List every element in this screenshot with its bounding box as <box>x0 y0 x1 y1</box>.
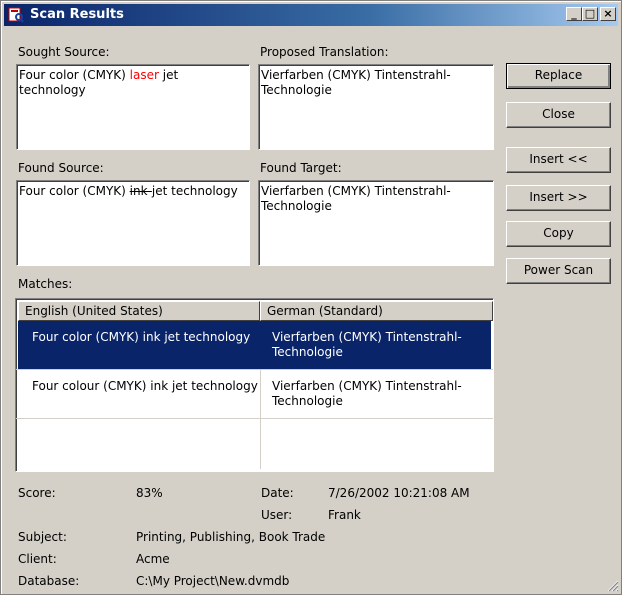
power-scan-button[interactable]: Power Scan <box>506 258 611 284</box>
database-label: Database: <box>18 574 80 588</box>
found-source-label: Found Source: <box>18 161 104 175</box>
sought-source-highlight: laser <box>129 68 159 82</box>
found-source-field[interactable]: Four color (CMYK) ink-jet technology <box>16 180 250 266</box>
subject-label: Subject: <box>18 530 67 544</box>
close-window-button[interactable]: × <box>600 7 616 21</box>
matches-label: Matches: <box>18 277 73 291</box>
match-row-2-source: Four colour (CMYK) ink jet technology <box>32 379 258 393</box>
found-source-strikethrough: ink- <box>129 184 152 198</box>
found-source-text-before: Four color (CMYK) <box>19 184 130 198</box>
replace-button[interactable]: Replace <box>506 63 611 89</box>
match-row-2-target: Vierfarben (CMYK) Tintenstrahl-Technolog… <box>272 379 462 408</box>
resize-grip-icon[interactable] <box>607 580 619 592</box>
proposed-translation-label: Proposed Translation: <box>260 45 389 59</box>
proposed-translation-text: Vierfarben (CMYK) Tintenstrahl-Technolog… <box>261 68 451 97</box>
sought-source-field[interactable]: Four color (CMYK) laser jet technology <box>16 64 250 150</box>
sought-source-text-before: Four color (CMYK) <box>19 68 130 82</box>
client-label: Client: <box>18 552 57 566</box>
found-source-text-after: jet technology <box>151 184 238 198</box>
title-bar[interactable]: Scan Results _ □ × <box>4 4 618 26</box>
user-label: User: <box>261 508 293 522</box>
match-row-1-source: Four color (CMYK) ink jet technology <box>32 330 251 344</box>
column-header-english[interactable]: English (United States) <box>18 301 260 321</box>
matches-list[interactable]: English (United States) German (Standard… <box>15 298 494 472</box>
score-label: Score: <box>18 486 56 500</box>
insert-before-button[interactable]: Insert << <box>506 147 611 173</box>
found-target-label: Found Target: <box>260 161 342 175</box>
date-value: 7/26/2002 10:21:08 AM <box>328 486 470 500</box>
column-header-german[interactable]: German (Standard) <box>260 301 493 321</box>
found-target-field[interactable]: Vierfarben (CMYK) Tintenstrahl-Technolog… <box>258 180 494 266</box>
sought-source-label: Sought Source: <box>18 45 110 59</box>
client-value: Acme <box>136 552 170 566</box>
insert-after-button[interactable]: Insert >> <box>506 185 611 211</box>
score-value: 83% <box>136 486 163 500</box>
match-row-1[interactable]: Four color (CMYK) ink jet technology Vie… <box>18 321 491 369</box>
scan-app-icon <box>8 7 24 23</box>
window-title: Scan Results <box>30 7 124 22</box>
user-value: Frank <box>328 508 361 522</box>
subject-value: Printing, Publishing, Book Trade <box>136 530 326 544</box>
date-label: Date: <box>261 486 294 500</box>
matches-header: English (United States) German (Standard… <box>18 301 493 321</box>
column-divider <box>260 369 261 469</box>
database-value: C:\My Project\New.dvmdb <box>136 574 290 588</box>
copy-button[interactable]: Copy <box>506 221 611 247</box>
row-separator <box>16 418 493 419</box>
found-target-text: Vierfarben (CMYK) Tintenstrahl-Technolog… <box>261 184 451 213</box>
match-row-2[interactable]: Four colour (CMYK) ink jet technology Vi… <box>18 370 491 418</box>
row-separator <box>16 369 493 370</box>
minimize-button[interactable]: _ <box>566 7 582 21</box>
close-button[interactable]: Close <box>506 102 611 128</box>
maximize-button[interactable]: □ <box>582 7 598 21</box>
proposed-translation-field[interactable]: Vierfarben (CMYK) Tintenstrahl-Technolog… <box>258 64 494 150</box>
match-row-1-target: Vierfarben (CMYK) Tintenstrahl-Technolog… <box>272 330 462 359</box>
scan-results-window: Scan Results _ □ × Sought Source: Four c… <box>0 0 622 595</box>
